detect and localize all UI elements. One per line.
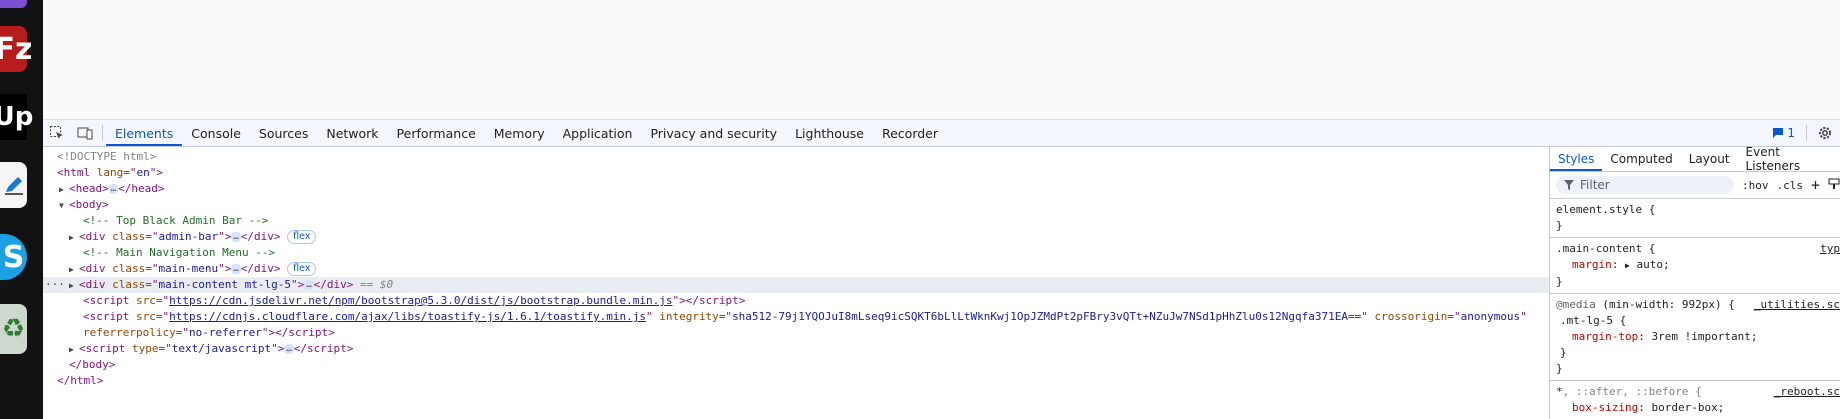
text-editor-icon[interactable] — [0, 162, 27, 208]
rule-reboot[interactable]: _reboot.sc *, ::after, ::before { box-si… — [1550, 381, 1840, 419]
tab-lighthouse[interactable]: Lighthouse — [786, 120, 873, 146]
tab-layout[interactable]: Layout — [1681, 147, 1738, 171]
issues-count: 1 — [1787, 126, 1795, 140]
dom-html-close[interactable]: </html> — [43, 373, 1549, 389]
tab-styles[interactable]: Styles — [1550, 147, 1603, 171]
expand-triangle-icon[interactable]: ▶ — [69, 262, 79, 278]
tab-memory[interactable]: Memory — [485, 120, 554, 146]
styles-tabbar: Styles Computed Layout Event Listeners — [1550, 147, 1840, 173]
dom-script-inline[interactable]: ▶ <script type="text/javascript">… </scrip… — [43, 341, 1549, 357]
flex-badge[interactable]: flex — [287, 262, 317, 276]
dom-script-bootstrap[interactable]: <script src="https://cdn.jsdelivr.net/np… — [43, 293, 1549, 309]
expand-triangle-icon[interactable]: ▶ — [69, 230, 79, 246]
dom-body[interactable]: ▼ <body> — [43, 197, 1549, 213]
styles-filter-row: Filter :hov .cls + — [1550, 172, 1840, 199]
ellipsis-badge[interactable]: … — [108, 184, 119, 194]
tab-application[interactable]: Application — [554, 120, 642, 146]
rule-mt-lg-5[interactable]: _utilities.sc @media (min-width: 992px) … — [1550, 294, 1840, 381]
styles-pane: Styles Computed Layout Event Listeners F… — [1550, 147, 1840, 419]
flex-badge[interactable]: flex — [287, 230, 317, 244]
tab-network[interactable]: Network — [317, 120, 387, 146]
device-toolbar-icon[interactable] — [71, 120, 99, 146]
rule-element-style[interactable]: element.style { } — [1550, 199, 1840, 238]
more-options-icon[interactable]: ··· — [45, 277, 65, 293]
message-icon — [1773, 128, 1784, 138]
class-toggle[interactable]: .cls — [1776, 179, 1803, 192]
ellipsis-badge[interactable]: … — [284, 344, 294, 354]
expand-triangle-icon[interactable]: ▶ — [69, 278, 79, 294]
ellipsis-badge[interactable]: … — [231, 232, 241, 242]
tab-event-listeners[interactable]: Event Listeners — [1738, 147, 1840, 173]
dom-doctype[interactable]: <!DOCTYPE html> — [43, 149, 1549, 165]
expand-triangle-icon[interactable]: ▶ — [69, 342, 79, 358]
dom-admin-bar[interactable]: ▶ <div class="admin-bar">… </div> flex — [43, 229, 1549, 245]
page-viewport — [43, 0, 1840, 119]
skype-icon[interactable]: S — [0, 234, 27, 280]
devtools-panel: Elements Console Sources Network Perform… — [43, 119, 1840, 419]
paint-icon[interactable] — [1828, 178, 1840, 193]
collapse-triangle-icon[interactable]: ▼ — [59, 198, 69, 214]
inspect-element-icon[interactable] — [43, 120, 71, 146]
script-link[interactable]: https://cdnjs.cloudflare.com/ajax/libs/t… — [169, 310, 646, 323]
tab-privacy-security[interactable]: Privacy and security — [641, 120, 786, 146]
tab-recorder[interactable]: Recorder — [873, 120, 947, 146]
dom-script-toastify-cont[interactable]: referrerpolicy="no-referrer"></script> — [43, 325, 1549, 341]
filter-placeholder: Filter — [1580, 178, 1610, 192]
ellipsis-badge[interactable]: … — [304, 280, 314, 290]
script-link[interactable]: https://cdn.jsdelivr.net/npm/bootstrap@5… — [169, 294, 672, 307]
rule-source-link[interactable]: _reboot.sc — [1774, 384, 1840, 400]
rule-source-link[interactable]: _utilities.sc — [1754, 297, 1840, 313]
ellipsis-badge[interactable]: … — [231, 264, 241, 274]
devtools-tabbar: Elements Console Sources Network Perform… — [43, 120, 1840, 147]
dom-html[interactable]: <html lang="en"> — [43, 165, 1549, 181]
dom-comment-menu[interactable]: <!-- Main Navigation Menu --> — [43, 245, 1549, 261]
gear-icon[interactable] — [1810, 120, 1840, 146]
app-dock: Fz Up S ♻ — [0, 0, 43, 419]
issues-badge[interactable]: 1 — [1764, 120, 1803, 146]
dom-body-close[interactable]: </body> — [43, 357, 1549, 373]
toolbar-divider-right — [1806, 125, 1807, 141]
trash-glyph: ♻ — [1, 314, 26, 344]
tab-performance[interactable]: Performance — [388, 120, 485, 146]
tab-sources[interactable]: Sources — [250, 120, 317, 146]
tab-console[interactable]: Console — [182, 120, 250, 146]
dom-head[interactable]: ▶ <head>… </head> — [43, 181, 1549, 197]
filezilla-icon[interactable]: Fz — [0, 26, 32, 72]
rule-main-content[interactable]: typ .main-content { margin: ▶ auto; } — [1550, 238, 1840, 294]
dom-main-menu[interactable]: ▶ <div class="main-menu">… </div> flex — [43, 261, 1549, 277]
upwork-glyph: Up — [0, 102, 34, 132]
skype-glyph: S — [2, 239, 25, 275]
dom-comment-admin[interactable]: <!-- Top Black Admin Bar --> — [43, 213, 1549, 229]
add-rule-icon[interactable]: + — [1811, 176, 1820, 194]
expand-triangle-icon[interactable]: ▶ — [1625, 261, 1630, 270]
filter-icon — [1564, 180, 1574, 190]
hover-state-toggle[interactable]: :hov — [1742, 179, 1769, 192]
toolbar-divider — [102, 125, 103, 141]
selected-node-marker: == $0 — [360, 278, 394, 291]
rule-source-link[interactable]: typ — [1820, 241, 1840, 257]
trash-icon[interactable]: ♻ — [0, 304, 27, 354]
dom-tree[interactable]: <!DOCTYPE html> <html lang="en"> ▶ <head>… — [43, 147, 1550, 419]
filter-input[interactable]: Filter — [1556, 176, 1734, 194]
dock-app-top[interactable] — [0, 0, 27, 8]
dom-main-content-selected[interactable]: ··· ▶ <div class="main-content mt-lg-5">… <… — [43, 277, 1549, 293]
filezilla-glyph: Fz — [0, 31, 33, 67]
dom-script-toastify[interactable]: <script src="https://cdnjs.cloudflare.co… — [43, 309, 1549, 325]
upwork-icon[interactable]: Up — [0, 94, 33, 140]
tab-elements[interactable]: Elements — [106, 120, 183, 146]
tab-computed[interactable]: Computed — [1602, 147, 1680, 171]
expand-triangle-icon[interactable]: ▶ — [59, 182, 69, 198]
